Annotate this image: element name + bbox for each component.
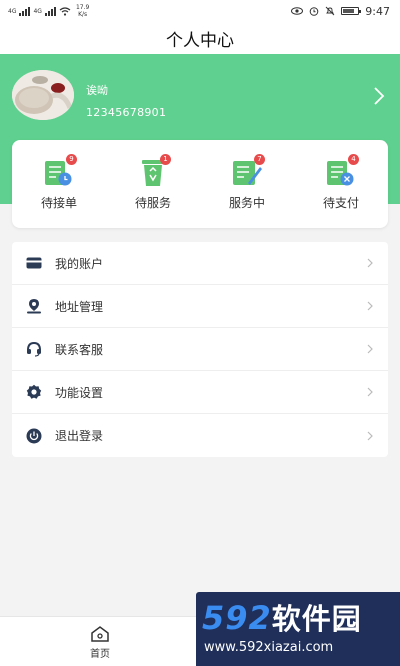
watermark-logo: 592软件园: [202, 596, 362, 638]
signal-icon: [19, 6, 31, 16]
chevron-right-icon: [367, 344, 373, 354]
menu-item-settings[interactable]: 功能设置: [12, 371, 388, 414]
speed-unit: K/s: [78, 11, 88, 18]
power-icon: [26, 428, 42, 444]
watermark-number: 592: [202, 599, 272, 637]
speed-value: 17.9: [75, 4, 90, 11]
headset-icon: [26, 341, 42, 357]
menu-label: 退出登录: [55, 429, 104, 443]
order-badge: 4: [348, 154, 359, 165]
page-title-bar: 个人中心: [0, 22, 400, 54]
eye-icon: [291, 7, 304, 15]
user-phone: 12345678901: [86, 106, 167, 119]
order-label: 待接单: [40, 196, 77, 210]
order-in-service[interactable]: 7 服务中: [200, 140, 294, 228]
status-left: 4G 4G 17.9 K/s: [8, 4, 89, 18]
chevron-right-icon: [367, 431, 373, 440]
mute-icon: [325, 6, 335, 16]
user-name: 诶呦: [86, 84, 108, 97]
network-type-1: 4G: [8, 7, 17, 15]
tab-home[interactable]: 首页: [76, 625, 124, 660]
location-icon: [26, 298, 42, 314]
network-speed: 17.9 K/s: [76, 4, 89, 18]
order-pending-accept[interactable]: 9 待接单: [12, 140, 106, 228]
page-title: 个人中心: [166, 30, 234, 51]
chevron-right-icon[interactable]: [372, 86, 386, 106]
chevron-right-icon: [367, 387, 373, 397]
settings-menu: 我的账户 地址管理 联系客服 功能设置 退出登录: [12, 242, 388, 457]
signal-icon-2: [44, 6, 56, 16]
clipboard-cancel-icon: 4: [325, 154, 359, 188]
chevron-right-icon: [367, 258, 373, 268]
recycle-bin-icon: 1: [137, 154, 171, 188]
chevron-right-icon: [367, 301, 373, 311]
menu-label: 联系客服: [55, 342, 104, 357]
order-label: 服务中: [228, 196, 265, 210]
avatar[interactable]: [12, 70, 74, 120]
watermark-url: www.592xiazai.com: [204, 640, 334, 655]
site-watermark: 592软件园 www.592xiazai.com: [196, 592, 400, 666]
wifi-icon: [59, 6, 71, 16]
status-right: 9:47: [291, 5, 390, 18]
clock: 9:47: [365, 4, 390, 18]
network-type-2: 4G: [33, 7, 42, 15]
tab-home-label: 首页: [90, 649, 110, 660]
menu-label: 我的账户: [55, 256, 104, 271]
watermark-brand: 软件园: [271, 602, 362, 636]
order-status-card: 9 待接单 1 待服务 7 服务中 4 待支付: [12, 140, 388, 228]
order-pending-service[interactable]: 1 待服务: [106, 140, 200, 228]
menu-item-account[interactable]: 我的账户: [12, 242, 388, 285]
menu-label: 功能设置: [55, 385, 104, 400]
menu-label: 地址管理: [55, 299, 104, 314]
status-bar: 4G 4G 17.9 K/s 9:47: [0, 0, 400, 22]
order-pending-payment[interactable]: 4 待支付: [294, 140, 388, 228]
clipboard-clock-icon: 9: [43, 154, 77, 188]
order-label: 待支付: [322, 196, 359, 210]
menu-item-logout[interactable]: 退出登录: [12, 414, 388, 457]
order-badge: 1: [160, 154, 171, 165]
order-label: 待服务: [134, 196, 171, 210]
clipboard-edit-icon: 7: [231, 154, 265, 188]
home-icon: [91, 626, 109, 642]
gear-icon: [26, 384, 42, 400]
menu-item-address[interactable]: 地址管理: [12, 285, 388, 328]
menu-item-support[interactable]: 联系客服: [12, 328, 388, 371]
avatar-image: [12, 70, 74, 120]
alarm-icon: [309, 7, 319, 16]
order-badge: 9: [66, 154, 77, 165]
battery-icon: [341, 7, 362, 15]
order-badge: 7: [254, 154, 265, 165]
wallet-icon: [26, 255, 42, 271]
